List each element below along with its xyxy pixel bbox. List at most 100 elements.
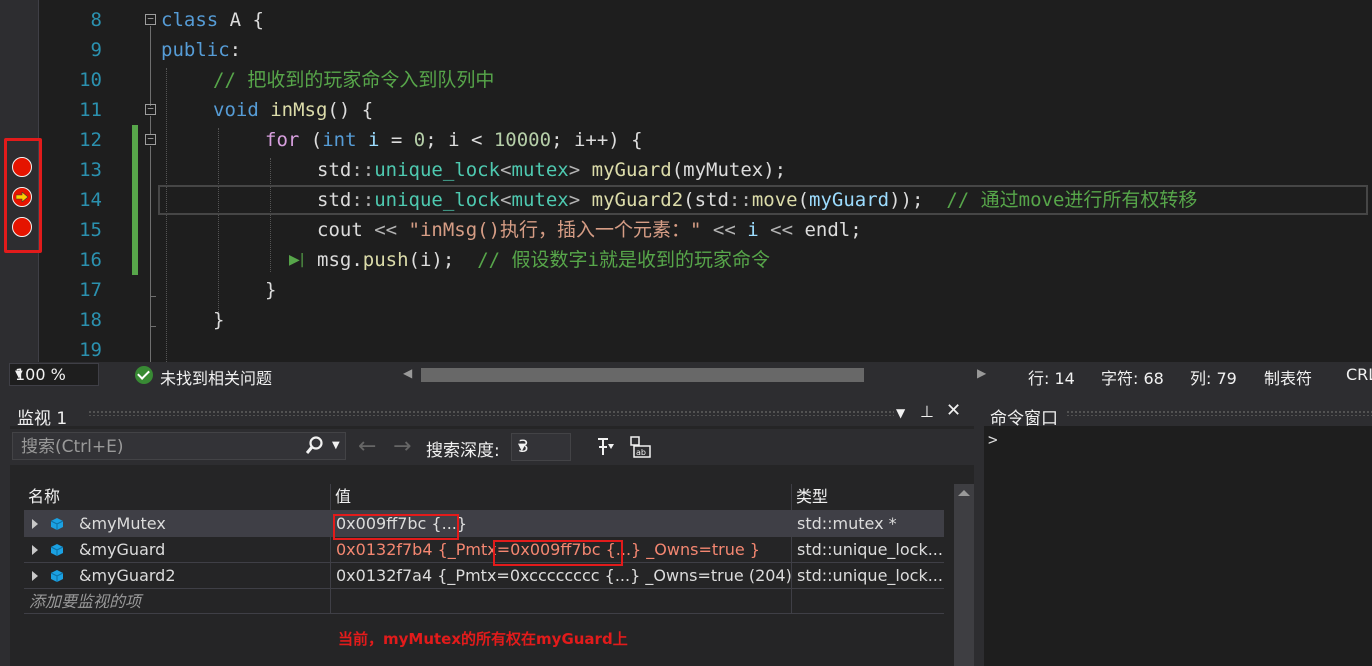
line-number: 17 bbox=[79, 279, 102, 301]
annotation-note: 当前，myMutex的所有权在myGuard上 bbox=[338, 630, 628, 648]
command-window[interactable]: 命令窗口 > bbox=[984, 398, 1372, 666]
watch-search-box[interactable]: ▼ bbox=[12, 432, 346, 460]
check-circle-icon[interactable] bbox=[135, 366, 153, 384]
search-depth-label: 搜索深度: bbox=[426, 441, 500, 461]
chevron-down-icon: ▼ bbox=[15, 369, 23, 380]
collapse-icon[interactable]: − bbox=[145, 133, 156, 145]
fold-guide bbox=[150, 146, 151, 362]
issues-status[interactable]: 未找到相关问题 bbox=[160, 365, 272, 389]
variable-icon bbox=[50, 570, 64, 582]
table-row[interactable]: &myGuard2 0x0132f7a4 {_Pmtx=0xcccccccc {… bbox=[24, 562, 944, 588]
cell-name: &myGuard bbox=[74, 537, 331, 562]
cell-type: std::mutex * bbox=[797, 514, 897, 533]
line-ending[interactable]: CRLF bbox=[1346, 365, 1372, 384]
breakpoint-highlight-box bbox=[4, 138, 42, 253]
scroll-up-icon[interactable] bbox=[958, 490, 970, 496]
svg-text:ab: ab bbox=[636, 448, 646, 457]
line-number: 8 bbox=[90, 9, 102, 31]
drag-grip[interactable] bbox=[1066, 410, 1372, 416]
code-line[interactable]: for (int i = 0; i < 10000; i++) { bbox=[265, 125, 643, 155]
cell-value bbox=[331, 589, 792, 614]
line-number: 11 bbox=[79, 99, 102, 121]
variable-icon bbox=[50, 544, 64, 556]
column-header-name[interactable]: 名称 bbox=[24, 484, 331, 510]
table-row[interactable]: &myGuard 0x0132f7b4 {_Pmtx=0x009ff7bc {.… bbox=[24, 536, 944, 562]
line-number: 12 bbox=[79, 129, 102, 151]
indent-guide bbox=[270, 158, 271, 272]
run-to-click-icon[interactable]: ▶| bbox=[289, 252, 304, 268]
add-watch-item[interactable]: 添加要监视的项 bbox=[24, 589, 331, 614]
fold-guide bbox=[150, 26, 151, 106]
highlight-box bbox=[493, 540, 623, 566]
highlight-box bbox=[333, 514, 459, 540]
collapse-icon[interactable]: − bbox=[145, 103, 156, 115]
drag-grip[interactable] bbox=[88, 410, 894, 416]
back-arrow-icon[interactable]: ← bbox=[358, 434, 376, 459]
chevron-down-icon: ▼ bbox=[518, 442, 526, 453]
code-line[interactable]: void inMsg() { bbox=[213, 95, 373, 125]
watch-toolbar: ▼ ← → 搜索深度: 3 ▼ ab bbox=[10, 429, 974, 465]
command-title-bar[interactable]: 命令窗口 bbox=[984, 398, 1372, 429]
line-number: 9 bbox=[90, 39, 102, 61]
code-line[interactable]: } bbox=[213, 305, 224, 335]
search-depth-select[interactable]: 3 ▼ bbox=[511, 433, 571, 461]
expand-icon[interactable] bbox=[32, 571, 38, 581]
code-line[interactable]: } bbox=[265, 275, 276, 305]
editor-status-strip: 100 % ▼ 未找到相关问题 ◀ ▶ 行: 14 字符: 68 列: 79 制… bbox=[0, 362, 1372, 388]
column-header-value[interactable]: 值 bbox=[331, 484, 792, 510]
forward-arrow-icon[interactable]: → bbox=[393, 434, 411, 459]
cell-type: std::unique_lock... bbox=[797, 566, 943, 585]
command-prompt[interactable]: > bbox=[988, 430, 998, 449]
chevron-down-icon[interactable]: ▼ bbox=[332, 440, 340, 451]
code-line[interactable]: cout << "inMsg()执行，插入一个元素：" << i << endl… bbox=[317, 215, 862, 245]
code-line[interactable]: msg.push(i); // 假设数字i就是收到的玩家命令 bbox=[317, 245, 770, 275]
variable-icon bbox=[50, 518, 64, 530]
search-icon[interactable] bbox=[306, 436, 324, 456]
table-row[interactable]: &myMutex 0x009ff7bc {...} std::mutex * bbox=[24, 510, 944, 536]
tool-windows-area: 监视 1 ▼ ⊥ ✕ ▼ ← → 搜索深度: 3 ▼ bbox=[0, 388, 1372, 666]
line-number: 14 bbox=[79, 189, 102, 211]
watch-title-bar[interactable]: 监视 1 ▼ ⊥ ✕ bbox=[10, 398, 974, 429]
cell-type: std::unique_lock... bbox=[797, 540, 943, 559]
search-input[interactable] bbox=[19, 435, 303, 459]
cursor-line[interactable]: 行: 14 bbox=[1028, 365, 1075, 389]
line-number: 18 bbox=[79, 309, 102, 331]
change-indicator-bar bbox=[132, 125, 138, 275]
close-icon[interactable]: ✕ bbox=[946, 400, 961, 421]
scroll-right-icon[interactable]: ▶ bbox=[977, 366, 986, 380]
code-line[interactable]: public: bbox=[161, 35, 241, 65]
vertical-scrollbar[interactable] bbox=[954, 484, 974, 666]
fold-end bbox=[150, 296, 156, 297]
cell-value[interactable]: 0x0132f7a4 {_Pmtx=0xcccccccc {...} _Owns… bbox=[331, 563, 792, 588]
code-line[interactable]: std::unique_lock<mutex> myGuard(myMutex)… bbox=[317, 155, 786, 185]
pin-to-source-icon[interactable] bbox=[595, 436, 615, 458]
watch-title: 监视 1 bbox=[17, 409, 68, 429]
line-number: 15 bbox=[79, 219, 102, 241]
line-number: 19 bbox=[79, 339, 102, 361]
fold-end bbox=[150, 326, 156, 327]
watch-window: 监视 1 ▼ ⊥ ✕ ▼ ← → 搜索深度: 3 ▼ bbox=[10, 398, 974, 666]
code-editor[interactable]: 8 9 10 11 12 13 14 15 16 17 18 19 − − − … bbox=[0, 0, 1372, 362]
horizontal-scrollbar-thumb[interactable] bbox=[421, 368, 864, 382]
column-header-type[interactable]: 类型 bbox=[792, 484, 944, 510]
line-number: 16 bbox=[79, 249, 102, 271]
hex-display-icon[interactable]: ab bbox=[630, 436, 652, 458]
code-line[interactable]: std::unique_lock<mutex> myGuard2(std::mo… bbox=[317, 185, 1197, 215]
add-watch-row[interactable]: 添加要监视的项 bbox=[24, 588, 944, 614]
expand-icon[interactable] bbox=[32, 545, 38, 555]
line-number: 10 bbox=[79, 69, 102, 91]
zoom-dropdown[interactable]: 100 % ▼ bbox=[9, 363, 99, 386]
scroll-left-icon[interactable]: ◀ bbox=[403, 366, 412, 380]
cursor-char[interactable]: 字符: 68 bbox=[1101, 365, 1164, 389]
cell-name: &myGuard2 bbox=[74, 563, 331, 588]
cursor-column[interactable]: 列: 79 bbox=[1190, 365, 1237, 389]
expand-icon[interactable] bbox=[32, 519, 38, 529]
code-line[interactable]: // 把收到的玩家命令入到队列中 bbox=[213, 65, 494, 95]
pin-icon[interactable]: ⊥ bbox=[920, 402, 934, 421]
collapse-icon[interactable]: − bbox=[145, 13, 156, 25]
indent-mode[interactable]: 制表符 bbox=[1264, 365, 1312, 389]
code-line[interactable]: class A { bbox=[161, 5, 264, 35]
line-number: 13 bbox=[79, 159, 102, 181]
cell-name: &myMutex bbox=[74, 511, 331, 536]
window-menu-icon[interactable]: ▼ bbox=[896, 406, 905, 420]
